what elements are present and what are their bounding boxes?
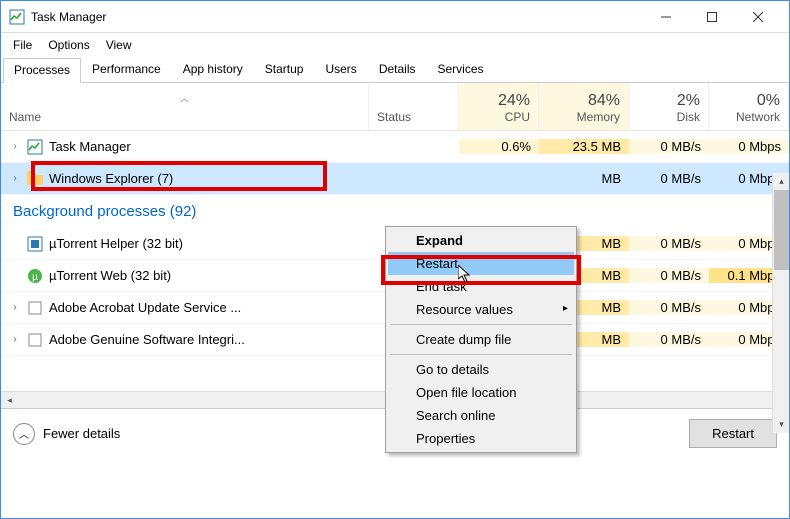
submenu-arrow-icon: ▸ — [563, 303, 568, 314]
restart-button[interactable]: Restart — [689, 419, 777, 448]
titlebar: Task Manager — [1, 1, 789, 33]
process-name: Windows Explorer (7) — [49, 171, 173, 186]
scroll-up-icon[interactable]: ▴ — [773, 173, 790, 190]
process-name: Adobe Acrobat Update Service ... — [49, 300, 241, 315]
ctx-resource-values-label: Resource values — [416, 302, 513, 317]
col-memory-label: Memory — [577, 110, 620, 124]
svg-text:µ: µ — [32, 272, 38, 283]
tab-users[interactable]: Users — [314, 57, 367, 82]
minimize-button[interactable] — [643, 2, 689, 32]
fewer-details-label: Fewer details — [43, 426, 120, 441]
tab-app-history[interactable]: App history — [172, 57, 254, 82]
mem-value: MB — [539, 171, 629, 186]
menu-options[interactable]: Options — [40, 36, 97, 54]
disk-value: 0 MB/s — [629, 236, 709, 251]
col-name-label: Name — [9, 110, 360, 124]
cpu-percent: 24% — [498, 92, 530, 110]
menu-file[interactable]: File — [5, 36, 40, 54]
network-percent: 0% — [757, 92, 780, 110]
net-value: 0 Mbps — [709, 139, 789, 154]
process-name: µTorrent Helper (32 bit) — [49, 236, 183, 251]
cpu-value: 0.6% — [459, 139, 539, 154]
ctx-resource-values[interactable]: Resource values ▸ — [388, 298, 574, 321]
chevron-up-icon: ︿ — [13, 423, 35, 445]
ctx-properties[interactable]: Properties — [388, 427, 574, 450]
folder-icon — [27, 171, 43, 187]
expand-icon[interactable]: › — [9, 302, 21, 313]
menu-view[interactable]: View — [98, 36, 140, 54]
scroll-down-icon[interactable]: ▾ — [773, 416, 790, 433]
app-icon — [27, 332, 43, 348]
app-icon: µ — [27, 268, 43, 284]
maximize-button[interactable] — [689, 2, 735, 32]
fewer-details[interactable]: ︿ Fewer details — [13, 423, 120, 445]
table-row[interactable]: › Task Manager 0.6% 23.5 MB 0 MB/s 0 Mbp… — [1, 131, 789, 163]
vertical-scrollbar[interactable]: ▴ ▾ — [772, 173, 789, 433]
tab-details[interactable]: Details — [368, 57, 427, 82]
disk-percent: 2% — [677, 92, 700, 110]
ctx-separator — [390, 324, 572, 325]
menubar: File Options View — [1, 33, 789, 57]
ctx-search-online[interactable]: Search online — [388, 404, 574, 427]
tabs: Processes Performance App history Startu… — [1, 57, 789, 83]
ctx-create-dump[interactable]: Create dump file — [388, 328, 574, 351]
col-name[interactable]: ︿ Name — [1, 83, 369, 130]
process-name: Task Manager — [49, 139, 131, 154]
col-network-label: Network — [736, 110, 780, 124]
col-cpu[interactable]: 24% CPU — [459, 83, 539, 130]
ctx-end-task[interactable]: End task — [388, 275, 574, 298]
ctx-go-details[interactable]: Go to details — [388, 358, 574, 381]
table-row-selected[interactable]: › Windows Explorer (7) MB 0 MB/s 0 Mbps — [1, 163, 789, 195]
sort-indicator-icon: ︿ — [9, 93, 360, 110]
close-button[interactable] — [735, 2, 781, 32]
app-icon — [27, 139, 43, 155]
ctx-restart[interactable]: Restart — [388, 252, 574, 275]
col-status-label: Status — [377, 110, 450, 124]
expand-icon[interactable]: › — [9, 141, 21, 152]
col-disk-label: Disk — [677, 110, 700, 124]
tab-processes[interactable]: Processes — [3, 58, 81, 83]
ctx-expand[interactable]: Expand — [388, 229, 574, 252]
disk-value: 0 MB/s — [629, 300, 709, 315]
tab-startup[interactable]: Startup — [254, 57, 315, 82]
context-menu: Expand Restart End task Resource values … — [385, 226, 577, 453]
column-header: ︿ Name Status 24% CPU 84% Memory 2% Disk… — [1, 83, 789, 131]
scroll-thumb[interactable] — [774, 190, 789, 270]
expand-icon[interactable]: › — [9, 334, 21, 345]
col-memory[interactable]: 84% Memory — [539, 83, 629, 130]
process-name: Adobe Genuine Software Integri... — [49, 332, 245, 347]
disk-value: 0 MB/s — [629, 332, 709, 347]
col-network[interactable]: 0% Network — [709, 83, 789, 130]
scroll-left-icon[interactable]: ◂ — [1, 392, 18, 409]
tab-performance[interactable]: Performance — [81, 57, 172, 82]
tab-services[interactable]: Services — [427, 57, 495, 82]
ctx-separator — [390, 354, 572, 355]
expand-icon[interactable]: › — [9, 173, 21, 184]
memory-percent: 84% — [588, 92, 620, 110]
disk-value: 0 MB/s — [629, 268, 709, 283]
disk-value: 0 MB/s — [629, 171, 709, 186]
col-cpu-label: CPU — [505, 110, 530, 124]
cursor-icon — [458, 265, 474, 285]
app-icon — [27, 300, 43, 316]
process-name: µTorrent Web (32 bit) — [49, 268, 171, 283]
col-status[interactable]: Status — [369, 83, 459, 130]
mem-value: 23.5 MB — [539, 139, 629, 154]
group-header: Background processes (92) — [1, 195, 789, 228]
app-icon — [27, 236, 43, 252]
window-title: Task Manager — [31, 10, 643, 24]
disk-value: 0 MB/s — [629, 139, 709, 154]
task-manager-icon — [9, 9, 25, 25]
ctx-open-location[interactable]: Open file location — [388, 381, 574, 404]
col-disk[interactable]: 2% Disk — [629, 83, 709, 130]
